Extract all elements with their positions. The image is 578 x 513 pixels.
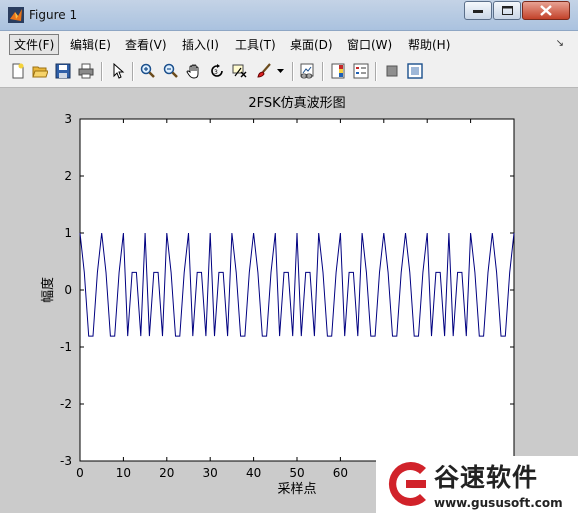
zoom-out-button[interactable] <box>161 61 181 81</box>
chart-title: 2FSK仿真波形图 <box>248 96 345 111</box>
menu-bar: 文件(F) 编辑(E) 查看(V) 插入(I) 工具(T) 桌面(D) 窗口(W… <box>0 31 578 58</box>
gususoft-watermark: 谷速软件 www.gususoft.com <box>376 456 578 513</box>
new-figure-button[interactable] <box>8 61 28 81</box>
show-plot-tools-icon <box>407 63 423 79</box>
link-plot-button[interactable] <box>297 61 317 81</box>
x-tick-label: 0 <box>76 466 84 480</box>
x-tick-label: 20 <box>159 466 174 480</box>
svg-text:3: 3 <box>214 69 218 76</box>
dock-arrow-icon[interactable]: ↘ <box>556 38 564 49</box>
watermark-url: www.gususoft.com <box>434 496 563 510</box>
gususoft-logo-icon <box>388 462 426 506</box>
brush-dropdown[interactable] <box>274 61 286 81</box>
save-icon <box>55 63 71 79</box>
y-axis-label: 幅度 <box>40 277 56 303</box>
save-button[interactable] <box>53 61 73 81</box>
toolbar-separator <box>375 62 377 81</box>
colorbar-icon <box>331 63 345 79</box>
window-title: Figure 1 <box>29 8 78 22</box>
menu-edit[interactable]: 编辑(E) <box>66 35 115 54</box>
edit-plot-arrow-icon <box>113 63 125 79</box>
zoom-out-icon <box>163 63 178 78</box>
print-button[interactable] <box>76 61 96 81</box>
show-plot-tools-button[interactable] <box>405 61 425 81</box>
menu-view[interactable]: 查看(V) <box>121 35 171 54</box>
toolbar-separator <box>322 62 324 81</box>
minimize-icon <box>473 9 483 13</box>
menu-window[interactable]: 窗口(W) <box>343 35 396 54</box>
y-tick-label: 2 <box>64 169 72 183</box>
x-tick-label: 50 <box>289 466 304 480</box>
x-axis-label: 采样点 <box>277 482 316 497</box>
hide-plot-tools-button[interactable] <box>382 61 402 81</box>
menu-tools[interactable]: 工具(T) <box>231 35 280 54</box>
close-button[interactable] <box>522 1 570 20</box>
x-tick-label: 30 <box>203 466 218 480</box>
y-tick-label: 1 <box>64 226 72 240</box>
link-plot-icon <box>300 63 314 79</box>
rotate-3d-icon: 3 <box>211 64 223 77</box>
legend-button[interactable] <box>351 61 371 81</box>
hide-plot-tools-icon <box>386 65 398 77</box>
plot-axes[interactable]: 0102030405060708090100-3-2-10123 2FSK仿真波… <box>0 88 578 513</box>
zoom-in-button[interactable] <box>138 61 158 81</box>
axes-box <box>79 118 515 462</box>
open-file-button[interactable] <box>30 61 50 81</box>
legend-icon <box>353 63 369 79</box>
brush-dropdown-icon <box>276 69 284 73</box>
colorbar-button[interactable] <box>328 61 348 81</box>
y-tick-label: -3 <box>60 454 72 468</box>
menu-help[interactable]: 帮助(H) <box>404 35 454 54</box>
toolbar-separator <box>132 62 134 81</box>
brush-button[interactable] <box>254 61 274 81</box>
menu-insert[interactable]: 插入(I) <box>178 35 223 54</box>
figure-toolbar: 3 <box>0 57 578 88</box>
y-tick-label: 3 <box>64 112 72 126</box>
x-tick-label: 10 <box>116 466 131 480</box>
zoom-in-icon <box>140 63 155 78</box>
close-icon <box>540 5 552 16</box>
pan-hand-icon <box>186 64 199 79</box>
x-tick-label: 40 <box>246 466 261 480</box>
rotate-3d-button[interactable]: 3 <box>207 61 227 81</box>
data-cursor-icon <box>232 64 247 78</box>
edit-plot-button[interactable] <box>108 61 128 81</box>
print-icon <box>78 63 94 79</box>
y-tick-label: 0 <box>64 283 72 297</box>
data-cursor-button[interactable] <box>230 61 250 81</box>
x-tick-label: 60 <box>333 466 348 480</box>
toolbar-separator <box>101 62 103 81</box>
pan-button[interactable] <box>184 61 204 81</box>
matlab-icon <box>8 7 24 23</box>
y-tick-label: -1 <box>60 340 72 354</box>
menu-file[interactable]: 文件(F) <box>9 34 60 55</box>
open-file-icon <box>32 66 48 78</box>
minimize-button[interactable] <box>464 1 492 20</box>
maximize-icon <box>501 6 513 15</box>
window-titlebar: Figure 1 <box>0 0 578 31</box>
maximize-button[interactable] <box>493 1 521 20</box>
new-figure-icon <box>12 63 24 79</box>
toolbar-separator <box>292 62 294 81</box>
watermark-title: 谷速软件 <box>434 463 539 492</box>
y-tick-label: -2 <box>60 397 72 411</box>
menu-desktop[interactable]: 桌面(D) <box>286 35 337 54</box>
brush-icon <box>257 63 271 78</box>
